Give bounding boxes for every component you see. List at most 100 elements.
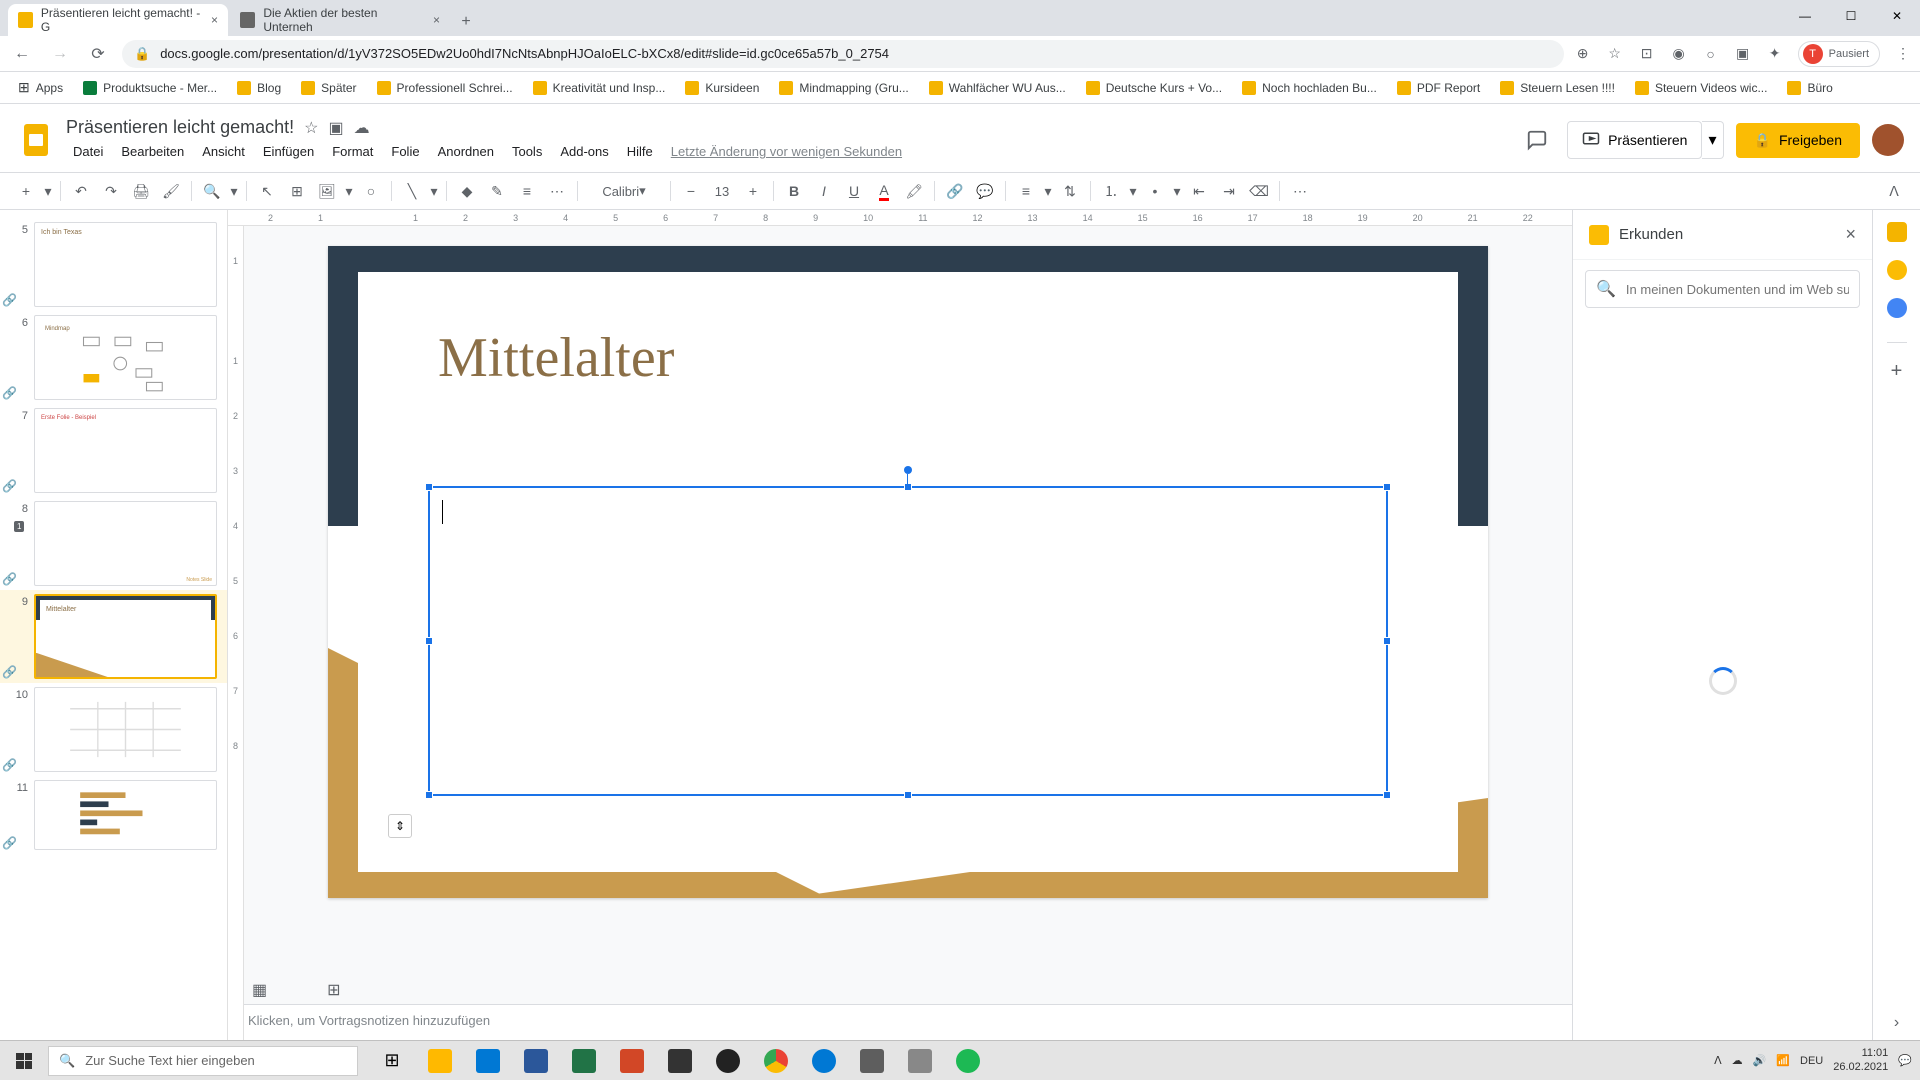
menu-icon[interactable]: ⋮ (1894, 45, 1912, 63)
line-tool[interactable]: ╲ (398, 177, 426, 205)
redo-button[interactable]: ↷ (97, 177, 125, 205)
tray-notifications-icon[interactable]: 💬 (1898, 1054, 1912, 1067)
taskbar-app[interactable] (464, 1041, 512, 1080)
filmstrip[interactable]: 5 Ich bin Texas 🔗 6 Mindmap 🔗 7 Erste Fo… (0, 210, 228, 1044)
slide-thumb[interactable]: Erste Folie - Beispiel (34, 408, 217, 493)
bullet-list-dropdown[interactable]: ▾ (1171, 177, 1183, 205)
bookmark-item[interactable]: Später (293, 77, 364, 99)
new-tab-button[interactable]: + (452, 8, 480, 36)
image-tool[interactable]: 🖼 (313, 177, 341, 205)
extension-icon[interactable]: ○ (1702, 45, 1720, 63)
indent-increase-button[interactable]: ⇥ (1215, 177, 1243, 205)
tray-wifi-icon[interactable]: 📶 (1776, 1054, 1790, 1067)
extensions-menu-icon[interactable]: ✦ (1766, 45, 1784, 63)
bookmark-item[interactable]: Kursideen (677, 77, 767, 99)
grid-view-button[interactable]: ⊞ (327, 980, 340, 1000)
tray-clock[interactable]: 11:01 26.02.2021 (1833, 1047, 1888, 1073)
start-button[interactable] (0, 1041, 48, 1080)
line-dropdown[interactable]: ▾ (428, 177, 440, 205)
highlight-button[interactable]: 🖍 (900, 177, 928, 205)
resize-handle[interactable] (425, 791, 433, 799)
bookmark-item[interactable]: PDF Report (1389, 77, 1488, 99)
user-avatar[interactable] (1872, 124, 1904, 156)
slide-thumb[interactable]: Notes Slide (34, 501, 217, 586)
resize-handle[interactable] (425, 637, 433, 645)
link-button[interactable]: 🔗 (941, 177, 969, 205)
explore-search[interactable]: 🔍 (1585, 270, 1860, 308)
border-dash-button[interactable]: ⋯ (543, 177, 571, 205)
fill-color-button[interactable]: ◆ (453, 177, 481, 205)
select-tool[interactable]: ↖ (253, 177, 281, 205)
rotate-handle[interactable] (904, 466, 912, 474)
explore-search-input[interactable] (1626, 282, 1849, 297)
undo-button[interactable]: ↶ (67, 177, 95, 205)
last-edit-link[interactable]: Letzte Änderung vor wenigen Sekunden (664, 140, 909, 163)
border-weight-button[interactable]: ≡ (513, 177, 541, 205)
bookmark-item[interactable]: Kreativität und Insp... (525, 77, 674, 99)
present-button[interactable]: Präsentieren (1567, 121, 1702, 159)
menu-format[interactable]: Format (325, 140, 380, 163)
move-icon[interactable]: ▣ (328, 118, 343, 138)
comments-button[interactable] (1519, 122, 1555, 158)
image-dropdown[interactable]: ▾ (343, 177, 355, 205)
taskbar-app[interactable] (848, 1041, 896, 1080)
menu-view[interactable]: Ansicht (195, 140, 252, 163)
reload-button[interactable]: ⟳ (84, 40, 112, 68)
filmstrip-view-button[interactable]: ▦ (252, 980, 267, 1000)
extension-icon[interactable]: ◉ (1670, 45, 1688, 63)
bookmark-item[interactable]: Steuern Videos wic... (1627, 77, 1776, 99)
menu-insert[interactable]: Einfügen (256, 140, 321, 163)
close-icon[interactable]: × (1845, 224, 1856, 245)
more-button[interactable]: ⋯ (1286, 177, 1314, 205)
resize-handle[interactable] (425, 483, 433, 491)
tasks-icon[interactable] (1887, 298, 1907, 318)
present-dropdown[interactable]: ▾ (1702, 121, 1723, 159)
bookmark-item[interactable]: Noch hochladen Bu... (1234, 77, 1385, 99)
underline-button[interactable]: U (840, 177, 868, 205)
speaker-notes[interactable]: Klicken, um Vortragsnotizen hinzuzufügen (228, 1004, 1572, 1044)
clear-format-button[interactable]: ⌫ (1245, 177, 1273, 205)
text-color-button[interactable]: A (870, 177, 898, 205)
slide-thumb-selected[interactable]: Mittelalter (34, 594, 217, 679)
task-view-button[interactable]: ⊞ (368, 1041, 416, 1080)
align-button[interactable]: ≡ (1012, 177, 1040, 205)
bookmark-item[interactable]: Büro (1779, 77, 1840, 99)
bookmark-item[interactable]: Steuern Lesen !!!! (1492, 77, 1623, 99)
extension-icon[interactable]: ▣ (1734, 45, 1752, 63)
paint-format-button[interactable]: 🖌 (157, 177, 185, 205)
border-color-button[interactable]: ✎ (483, 177, 511, 205)
font-select[interactable]: Calibri ▾ (584, 177, 664, 205)
collapse-rail-button[interactable]: › (1894, 1014, 1899, 1032)
font-size-decrease[interactable]: − (677, 177, 705, 205)
menu-help[interactable]: Hilfe (620, 140, 660, 163)
taskbar-app[interactable] (608, 1041, 656, 1080)
close-icon[interactable]: × (433, 13, 440, 27)
new-slide-button[interactable]: + (12, 177, 40, 205)
taskbar-search[interactable]: 🔍 Zur Suche Text hier eingeben (48, 1046, 358, 1076)
qr-icon[interactable]: ⊡ (1638, 45, 1656, 63)
resize-handle[interactable] (1383, 791, 1391, 799)
bookmark-item[interactable]: Blog (229, 77, 289, 99)
resize-handle[interactable] (904, 791, 912, 799)
bookmark-item[interactable]: Mindmapping (Gru... (771, 77, 916, 99)
cloud-icon[interactable]: ☁ (354, 118, 370, 138)
text-box-selected[interactable] (428, 486, 1388, 796)
line-spacing-button[interactable]: ⇅ (1056, 177, 1084, 205)
numbered-list-button[interactable]: ⒈ (1097, 177, 1125, 205)
align-dropdown[interactable]: ▾ (1042, 177, 1054, 205)
browser-tab-active[interactable]: Präsentieren leicht gemacht! - G × (8, 4, 228, 36)
tray-lang[interactable]: DEU (1800, 1055, 1823, 1067)
bookmark-item[interactable]: Professionell Schrei... (369, 77, 521, 99)
maximize-button[interactable]: ☐ (1828, 0, 1874, 32)
taskbar-app[interactable] (560, 1041, 608, 1080)
share-button[interactable]: 🔒 Freigeben (1736, 123, 1860, 158)
slides-logo[interactable] (16, 120, 56, 160)
taskbar-app[interactable] (944, 1041, 992, 1080)
menu-file[interactable]: Datei (66, 140, 110, 163)
zoom-icon[interactable]: ⊕ (1574, 45, 1592, 63)
taskbar-app[interactable] (800, 1041, 848, 1080)
bookmark-item[interactable]: Wahlfächer WU Aus... (921, 77, 1074, 99)
zoom-dropdown[interactable]: ▾ (228, 177, 240, 205)
close-button[interactable]: ✕ (1874, 0, 1920, 32)
doc-title[interactable]: Präsentieren leicht gemacht! (66, 117, 294, 138)
